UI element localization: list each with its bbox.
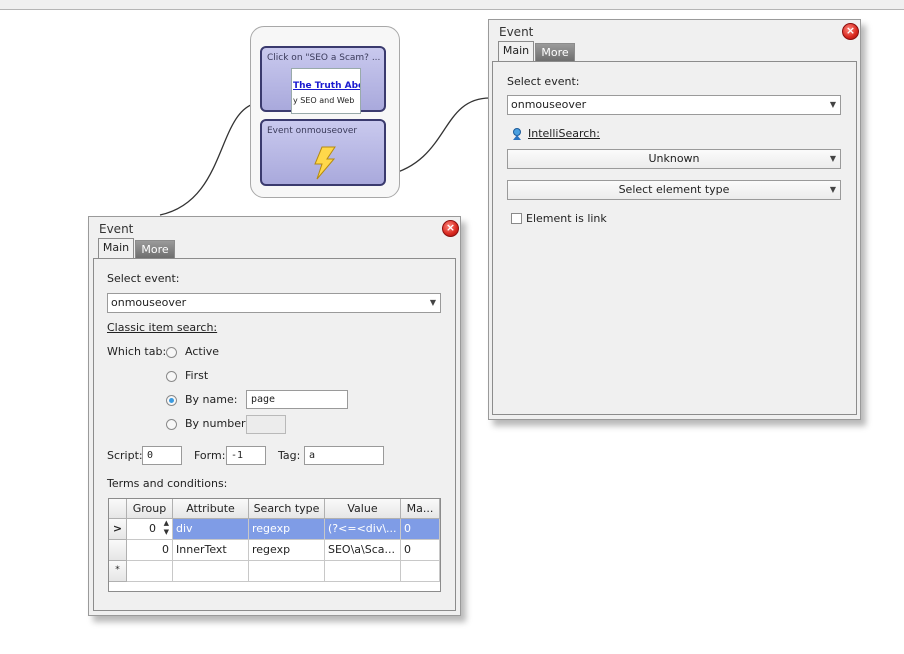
lightning-icon xyxy=(314,146,336,180)
thumbnail-sub-text: y SEO and Web xyxy=(293,96,355,105)
radio-by-number[interactable] xyxy=(166,419,177,430)
cell-group[interactable]: 0 xyxy=(127,540,173,561)
event-select-value: onmouseover xyxy=(511,98,587,111)
new-row-indicator[interactable]: * xyxy=(109,561,127,582)
element-type-select[interactable]: Select element type ▼ xyxy=(507,180,841,200)
cell-value[interactable]: SEO\a\Sca... xyxy=(325,540,401,561)
tab-main[interactable]: Main xyxy=(98,238,134,258)
event-select-value: onmouseover xyxy=(111,296,187,309)
cell-group-spinner[interactable]: 0 ▲ ▼ xyxy=(127,519,173,540)
radio-by-number-label: By number: xyxy=(185,417,249,430)
cell-search-type[interactable]: regexp xyxy=(249,519,325,540)
which-tab-label: Which tab: xyxy=(107,345,167,358)
unknown-select-value: Unknown xyxy=(648,152,700,165)
by-number-input[interactable] xyxy=(246,415,286,434)
column-header-search-type[interactable]: Search type xyxy=(249,499,325,519)
script-input[interactable]: 0 xyxy=(142,446,182,465)
by-name-input[interactable]: page xyxy=(246,390,348,409)
chevron-down-icon: ▼ xyxy=(829,185,836,194)
node-title: Click on "SEO a Scam? ... xyxy=(267,53,381,63)
row-indicator[interactable]: > xyxy=(109,519,127,540)
grid-corner xyxy=(109,499,127,519)
cell-group: 0 xyxy=(149,522,156,535)
form-label: Form: xyxy=(194,449,226,462)
tag-input[interactable]: a xyxy=(304,446,384,465)
element-is-link-label: Element is link xyxy=(526,212,607,225)
column-header-match[interactable]: Ma... xyxy=(401,499,440,519)
new-row-cell[interactable] xyxy=(127,561,173,582)
terms-label: Terms and conditions: xyxy=(107,477,228,490)
terms-grid[interactable]: Group Attribute Search type Value Ma... … xyxy=(108,498,441,592)
script-label: Script: xyxy=(107,449,143,462)
node-title: Event onmouseover xyxy=(267,126,358,136)
cell-value[interactable]: (?<=<div\... xyxy=(325,519,401,540)
event-dialog-right: Event × Main More Select event: onmouseo… xyxy=(488,19,861,420)
cell-match[interactable]: 0 xyxy=(401,540,440,561)
dialog-title: Event xyxy=(99,222,134,236)
element-type-value: Select element type xyxy=(618,183,730,196)
row-indicator[interactable] xyxy=(109,540,127,561)
flow-node-group[interactable]: Click on "SEO a Scam? ... The Truth Abou… xyxy=(250,26,400,198)
form-input[interactable]: -1 xyxy=(226,446,266,465)
event-select[interactable]: onmouseover ▼ xyxy=(107,293,441,313)
chevron-down-icon: ▼ xyxy=(829,100,836,109)
intellisearch-icon xyxy=(513,128,521,140)
new-row-cell[interactable] xyxy=(401,561,440,582)
select-event-label: Select event: xyxy=(107,272,180,285)
close-icon[interactable]: × xyxy=(442,220,459,237)
tag-label: Tag: xyxy=(278,449,301,462)
cell-match[interactable]: 0 xyxy=(401,519,440,540)
new-row-cell[interactable] xyxy=(325,561,401,582)
select-event-label: Select event: xyxy=(507,75,580,88)
cell-search-type[interactable]: regexp xyxy=(249,540,325,561)
column-header-attribute[interactable]: Attribute xyxy=(173,499,249,519)
element-is-link-checkbox[interactable] xyxy=(511,213,522,224)
chevron-down-icon: ▼ xyxy=(429,298,436,307)
new-row-cell[interactable] xyxy=(249,561,325,582)
classic-search-link[interactable]: Classic item search: xyxy=(107,321,217,334)
spinner-arrows-icon[interactable]: ▲ ▼ xyxy=(164,519,169,537)
tab-more[interactable]: More xyxy=(535,43,575,61)
click-action-node[interactable]: Click on "SEO a Scam? ... The Truth Abou… xyxy=(260,46,386,114)
dialog-title: Event xyxy=(499,25,534,39)
tab-more[interactable]: More xyxy=(135,240,175,258)
radio-active[interactable] xyxy=(166,347,177,358)
radio-by-name-label: By name: xyxy=(185,393,238,406)
event-node[interactable]: Event onmouseover xyxy=(260,119,386,186)
event-select[interactable]: onmouseover ▼ xyxy=(507,95,841,115)
tab-main[interactable]: Main xyxy=(498,41,534,61)
close-icon[interactable]: × xyxy=(842,23,859,40)
new-row-cell[interactable] xyxy=(173,561,249,582)
page-thumbnail: The Truth Abou y SEO and Web xyxy=(291,68,361,114)
thumbnail-link-text: The Truth Abou xyxy=(293,81,360,91)
intellisearch-link[interactable]: IntelliSearch: xyxy=(528,127,600,140)
radio-first[interactable] xyxy=(166,371,177,382)
cell-attribute[interactable]: InnerText xyxy=(173,540,249,561)
column-header-group[interactable]: Group xyxy=(127,499,173,519)
chevron-down-icon: ▼ xyxy=(829,154,836,163)
column-header-value[interactable]: Value xyxy=(325,499,401,519)
radio-first-label: First xyxy=(185,369,209,382)
cell-attribute[interactable]: div xyxy=(173,519,249,540)
event-dialog-left: Event × Main More Select event: onmouseo… xyxy=(88,216,461,616)
radio-by-name[interactable] xyxy=(166,395,177,406)
radio-active-label: Active xyxy=(185,345,220,358)
unknown-select[interactable]: Unknown ▼ xyxy=(507,149,841,169)
